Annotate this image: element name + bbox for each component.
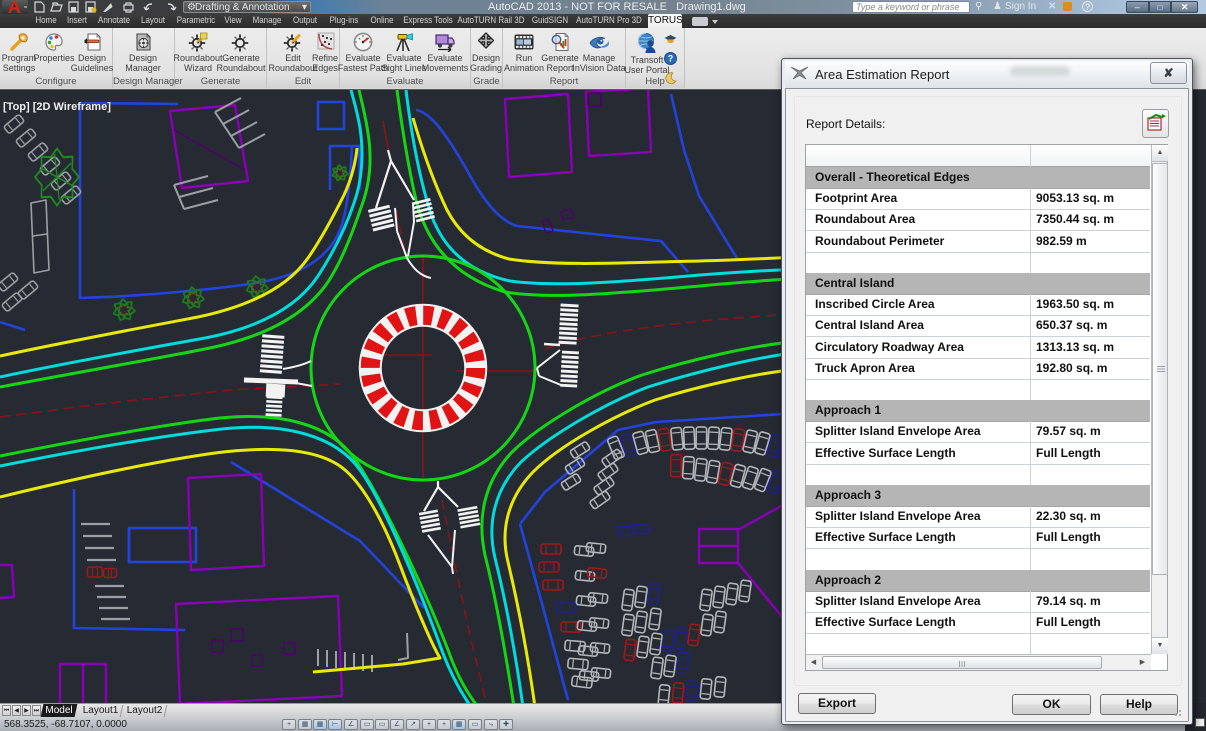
- svg-text:?: ?: [668, 54, 674, 64]
